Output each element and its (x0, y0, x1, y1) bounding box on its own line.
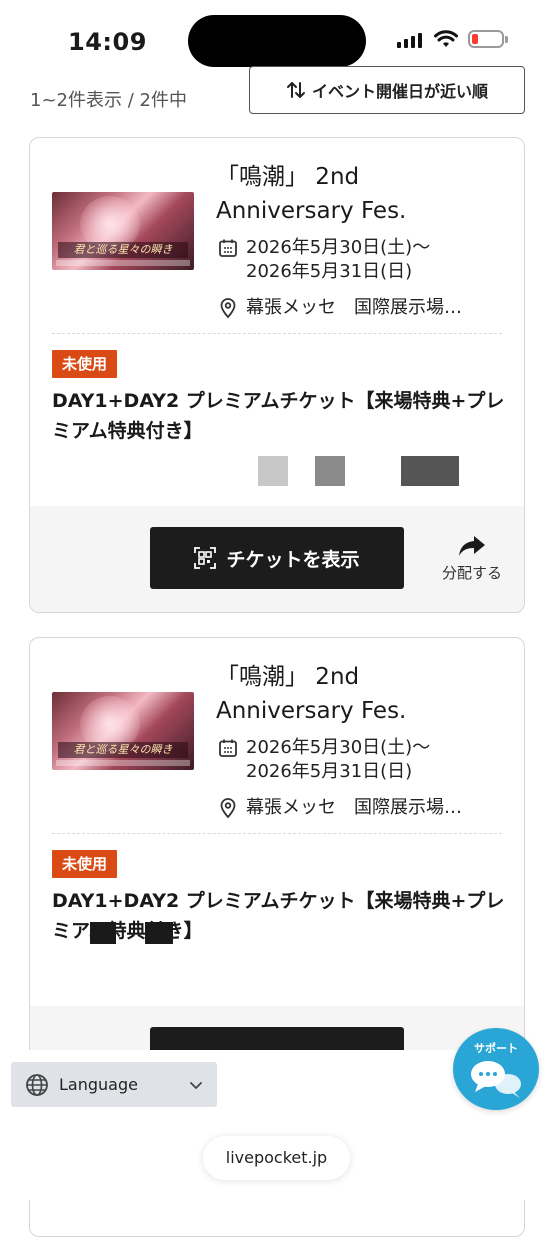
dynamic-island (188, 15, 366, 67)
language-label: Language (59, 1075, 138, 1094)
event-venue: 幕張メッセ 国際展示場… (218, 796, 462, 820)
status-badge: 未使用 (52, 850, 118, 878)
result-count: 1~2件表示 / 2件中 (30, 90, 187, 111)
event-title: 「鳴潮」 2nd Anniversary Fes. (216, 164, 407, 224)
ticket-name: DAY1+DAY2 プレミアムチケット【来場特典+プレミアム特典付き】 (52, 390, 505, 442)
event-date: 2026年5月30日(土)〜 2026年5月31日(日) (218, 736, 430, 784)
redacted-area (401, 456, 459, 486)
support-button[interactable]: サポート (453, 1028, 539, 1110)
thumbnail-title: 君と巡る星々の瞬き (58, 242, 188, 258)
status-bar: 14:09 (0, 0, 554, 70)
event-thumbnail: 君と巡る星々の瞬き (52, 692, 194, 770)
sort-label: イベント開催日が近い順 (311, 82, 488, 101)
thumbnail-title: 君と巡る星々の瞬き (58, 742, 188, 758)
status-badge: 未使用 (52, 350, 118, 378)
show-ticket-label: チケットを表示 (226, 548, 360, 571)
distribute-label: 分配する (441, 564, 502, 582)
event-title: 「鳴潮」 2nd Anniversary Fes. (216, 664, 407, 724)
ticket-card[interactable]: 君と巡る星々の瞬き 「鳴潮」 2nd Anniversary Fes. 2026… (29, 137, 525, 613)
url-bar[interactable]: livepocket.jp (203, 1136, 350, 1180)
sort-arrows-icon (286, 82, 305, 98)
calendar-icon (219, 739, 237, 757)
location-pin-icon (220, 298, 236, 319)
calendar-icon (219, 239, 237, 257)
globe-icon (26, 1073, 48, 1096)
chevron-down-icon (190, 1081, 202, 1089)
event-thumbnail: 君と巡る星々の瞬き (52, 192, 194, 270)
cellular-signal-icon (397, 33, 422, 48)
location-pin-icon (220, 798, 236, 819)
event-venue: 幕張メッセ 国際展示場… (218, 296, 462, 320)
event-date: 2026年5月30日(土)〜 2026年5月31日(日) (218, 236, 430, 284)
distribute-button[interactable]: 分配する (430, 534, 514, 583)
wifi-icon (434, 30, 458, 47)
show-ticket-button[interactable]: チケットを表示 (150, 527, 404, 589)
redacted-area (90, 922, 116, 944)
status-time: 14:09 (68, 28, 147, 56)
chat-bubbles-icon (471, 1061, 521, 1098)
language-select[interactable]: Language (11, 1062, 217, 1107)
redacted-area (315, 456, 345, 486)
support-label: サポート (474, 1042, 518, 1055)
sort-button[interactable]: イベント開催日が近い順 (249, 66, 525, 114)
redacted-area (258, 456, 288, 486)
share-arrow-icon (459, 536, 485, 556)
ticket-actions: チケットを表示 分配する (30, 506, 524, 612)
qr-code-icon (194, 547, 217, 569)
redacted-area (145, 922, 173, 944)
divider (52, 333, 502, 334)
battery-icon (468, 30, 508, 48)
ticket-name: DAY1+DAY2 プレミアムチケット【来場特典+プレミアム特典付き】 (52, 890, 505, 942)
divider (52, 833, 502, 834)
